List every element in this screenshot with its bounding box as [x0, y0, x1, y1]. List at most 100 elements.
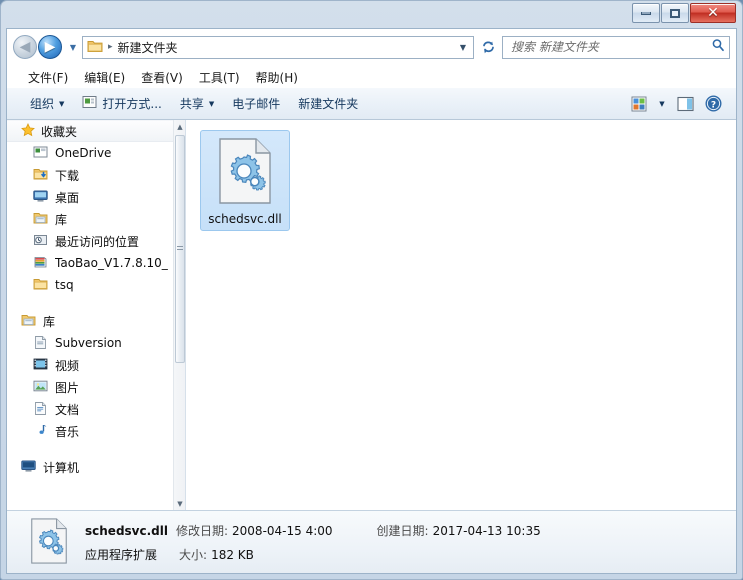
explorer-body: 收藏夹 OneDrive 下载 桌面 库 最近访问的位置 TaoBao_V1.7… [7, 120, 736, 510]
maximize-button[interactable] [661, 3, 689, 23]
navigation-pane: 收藏夹 OneDrive 下载 桌面 库 最近访问的位置 TaoBao_V1.7… [7, 120, 186, 510]
change-view-dropdown[interactable]: ▼ [654, 92, 670, 116]
sidebar-item-label: 文档 [55, 402, 80, 417]
search-input[interactable] [511, 40, 708, 54]
sidebar-section-computer[interactable]: 计算机 [7, 456, 174, 478]
sidebar-item-downloads[interactable]: 下载 [7, 164, 174, 186]
sidebar-item-taobao-archive[interactable]: TaoBao_V1.7.8.10_ [7, 252, 174, 274]
details-size-label: 大小: [179, 547, 208, 562]
refresh-button[interactable] [477, 36, 499, 58]
details-pane: schedsvc.dll 修改日期: 2008-04-15 4:00 创建日期:… [7, 510, 736, 573]
file-item-label: schedsvc.dll [208, 212, 282, 226]
minimize-icon [641, 11, 651, 15]
details-line-primary: schedsvc.dll 修改日期: 2008-04-15 4:00 创建日期:… [85, 522, 541, 539]
desktop-icon [33, 189, 48, 206]
sidebar-section-libraries-label: 库 [43, 314, 56, 329]
video-icon [33, 357, 48, 374]
address-dropdown-icon[interactable]: ▼ [455, 43, 471, 52]
star-icon [21, 122, 35, 140]
details-created-value: 2017-04-13 10:35 [432, 523, 541, 538]
sidebar-item-label: 视频 [55, 358, 80, 373]
organize-label: 组织 [30, 97, 55, 111]
dll-gear-icon [216, 137, 274, 208]
sidebar-item-label: 最近访问的位置 [55, 234, 140, 249]
details-size-value: 182 KB [211, 547, 254, 562]
organize-button[interactable]: 组织 ▼ [21, 91, 73, 116]
sidebar-item-desktop[interactable]: 桌面 [7, 186, 174, 208]
window-client-area: ◀ ▶ ▼ ▸ 新建文件夹 ▼ 搜索 新建文件夹 文件(F) 编辑(E) 查看(… [6, 28, 737, 574]
views-grid-icon [631, 96, 647, 111]
sidebar-section-favorites[interactable]: 收藏夹 [7, 120, 174, 142]
open-with-button[interactable]: 打开方式... [73, 91, 170, 116]
toolbar-right-group: ▼ ? [626, 92, 732, 116]
forward-button[interactable]: ▶ [38, 35, 62, 59]
recent-pages-dropdown[interactable]: ▼ [66, 43, 80, 52]
menu-tools[interactable]: 工具(T) [192, 67, 247, 88]
navigation-pane-scroll-content: 收藏夹 OneDrive 下载 桌面 库 最近访问的位置 TaoBao_V1.7… [7, 120, 174, 510]
folder-icon [87, 39, 103, 56]
navigation-bar: ◀ ▶ ▼ ▸ 新建文件夹 ▼ [7, 29, 736, 65]
share-button[interactable]: 共享 ▼ [171, 91, 223, 116]
sidebar-item-label: 库 [55, 212, 68, 227]
library-icon [21, 313, 36, 330]
computer-icon [21, 459, 36, 476]
sidebar-item-label: Subversion [55, 336, 122, 350]
sidebar-item-pictures[interactable]: 图片 [7, 376, 174, 398]
file-list-view[interactable]: schedsvc.dll [186, 120, 736, 510]
menu-bar: 文件(F) 编辑(E) 查看(V) 工具(T) 帮助(H) [7, 66, 736, 88]
sidebar-item-label: 音乐 [55, 424, 80, 439]
window-controls: ✕ [632, 3, 736, 23]
menu-file[interactable]: 文件(F) [21, 67, 75, 88]
sidebar-item-subversion[interactable]: Subversion [7, 332, 174, 354]
details-text-block: schedsvc.dll 修改日期: 2008-04-15 4:00 创建日期:… [85, 522, 541, 563]
refresh-icon [482, 41, 494, 53]
file-item-schedsvc-dll[interactable]: schedsvc.dll [200, 130, 290, 231]
close-button[interactable]: ✕ [690, 3, 736, 23]
search-icon [711, 38, 725, 56]
breadcrumb-current-folder[interactable]: 新建文件夹 [118, 39, 178, 56]
sidebar-item-libraries-fav[interactable]: 库 [7, 208, 174, 230]
details-file-type: 应用程序扩展 [85, 547, 158, 562]
new-folder-label: 新建文件夹 [298, 97, 359, 111]
change-view-button[interactable] [626, 92, 652, 116]
library-icon [33, 211, 48, 228]
sidebar-item-documents[interactable]: 文档 [7, 398, 174, 420]
minimize-button[interactable] [632, 3, 660, 23]
explorer-window: ✕ ◀ ▶ ▼ ▸ 新建文件夹 ▼ 搜索 新建文件夹 文件(F) 编辑(E) 查… [0, 0, 743, 580]
address-bar[interactable]: ▸ 新建文件夹 ▼ [82, 35, 474, 59]
command-toolbar: 组织 ▼ 打开方式... 共享 ▼ 电子邮件 新建文件夹 ▼ ? [7, 88, 736, 120]
menu-edit[interactable]: 编辑(E) [77, 67, 132, 88]
back-arrow-icon: ◀ [19, 39, 31, 55]
email-button[interactable]: 电子邮件 [223, 91, 289, 116]
sidebar-item-music[interactable]: 音乐 [7, 420, 174, 442]
details-line-secondary: 应用程序扩展 大小: 182 KB [85, 546, 541, 563]
sidebar-item-onedrive[interactable]: OneDrive [7, 142, 174, 164]
title-bar: ✕ [1, 1, 742, 28]
details-created-label: 创建日期: [376, 523, 429, 538]
forward-arrow-icon: ▶ [44, 39, 56, 55]
sidebar-item-videos[interactable]: 视频 [7, 354, 174, 376]
new-folder-button[interactable]: 新建文件夹 [289, 91, 367, 116]
scroll-up-button[interactable]: ▲ [174, 120, 185, 133]
sidebar-item-recent-places[interactable]: 最近访问的位置 [7, 230, 174, 252]
search-box[interactable] [502, 35, 730, 59]
help-button[interactable]: ? [700, 92, 726, 116]
close-icon: ✕ [707, 5, 719, 21]
menu-help[interactable]: 帮助(H) [249, 67, 305, 88]
sidebar-section-libraries[interactable]: 库 [7, 310, 174, 332]
sidebar-item-label: TaoBao_V1.7.8.10_ [55, 256, 168, 270]
preview-pane-button[interactable] [672, 92, 698, 116]
sidebar-item-tsq[interactable]: tsq [7, 274, 174, 296]
back-button[interactable]: ◀ [13, 35, 37, 59]
sidebar-section-favorites-label: 收藏夹 [41, 124, 78, 139]
navigation-pane-scrollbar[interactable]: ▲ ▼ [173, 120, 185, 510]
recent-places-icon [33, 233, 48, 250]
scrollbar-thumb[interactable] [175, 135, 185, 363]
menu-view[interactable]: 查看(V) [134, 67, 190, 88]
scroll-down-button[interactable]: ▼ [174, 497, 185, 510]
open-with-label: 打开方式... [102, 97, 162, 111]
sidebar-item-label: tsq [55, 278, 74, 292]
subversion-icon [33, 335, 48, 352]
